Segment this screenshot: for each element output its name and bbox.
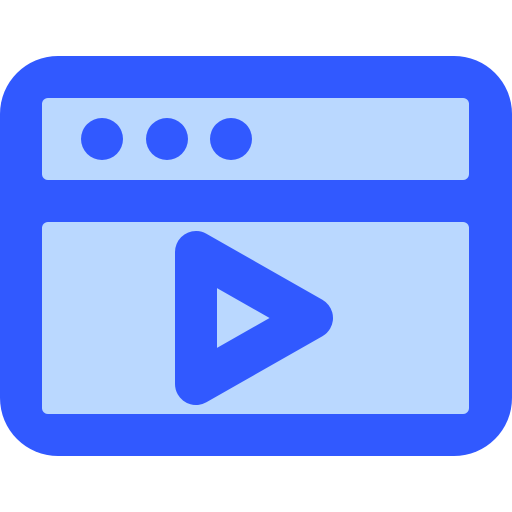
- window-dot-2: [146, 118, 188, 160]
- window-dot-1: [81, 118, 123, 160]
- icon-canvas: [0, 0, 512, 512]
- browser-video-play-icon: [0, 56, 512, 456]
- window-dot-3: [210, 118, 252, 160]
